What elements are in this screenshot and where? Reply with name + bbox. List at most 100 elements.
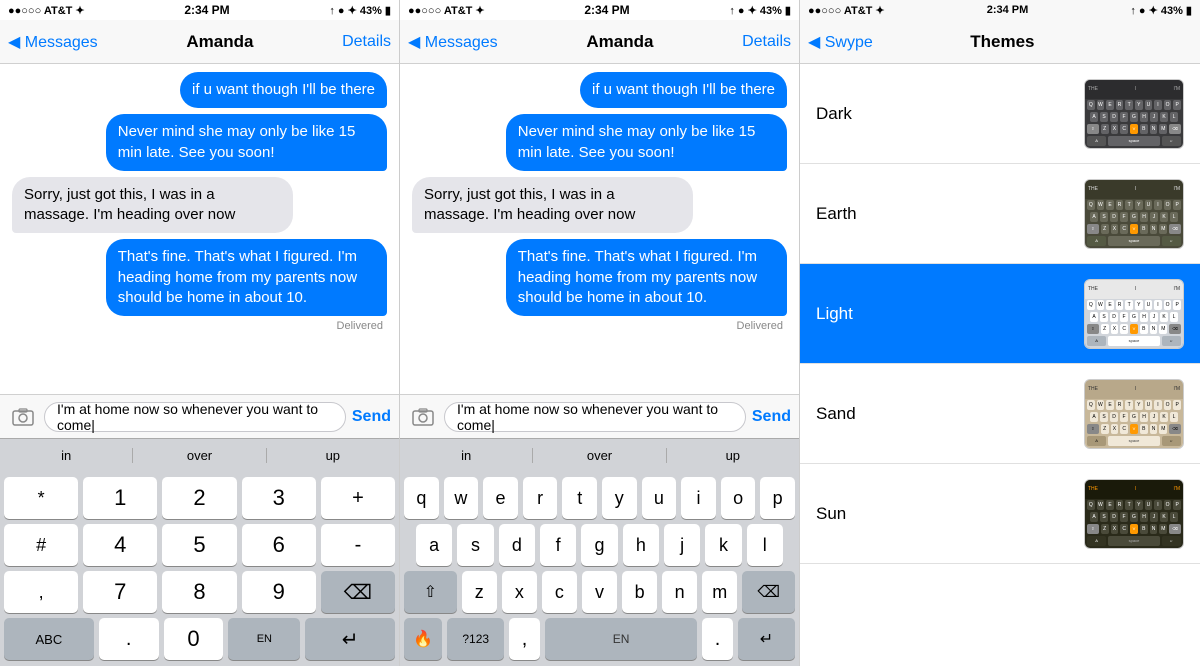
- key-delete[interactable]: ⌫: [321, 571, 395, 613]
- input-text-2: I'm at home now so whenever you want to …: [457, 401, 733, 433]
- key-comma-2[interactable]: ,: [509, 618, 540, 660]
- key-f[interactable]: f: [540, 524, 576, 566]
- input-bar-1: I'm at home now so whenever you want to …: [0, 394, 399, 438]
- key-r[interactable]: r: [523, 477, 558, 519]
- key-m[interactable]: m: [702, 571, 737, 613]
- key-a[interactable]: a: [416, 524, 452, 566]
- suggestion-bar-2: in over up: [400, 438, 799, 472]
- key-swype-fire[interactable]: 🔥: [404, 618, 442, 660]
- theme-row-light[interactable]: Light THEII'M Q W E R T Y U I O: [800, 264, 1200, 364]
- key-j[interactable]: j: [664, 524, 700, 566]
- camera-icon-1[interactable]: [8, 402, 38, 432]
- theme-row-earth[interactable]: Earth THEII'M Q W E R T Y U I O: [800, 164, 1200, 264]
- key-2[interactable]: 2: [162, 477, 236, 519]
- key-star[interactable]: *: [4, 477, 78, 519]
- keyboard-2: q w e r t y u i o p a s d f g h j k l ⇧ …: [400, 472, 799, 666]
- send-button-2[interactable]: Send: [752, 408, 791, 426]
- key-d[interactable]: d: [499, 524, 535, 566]
- key-shift[interactable]: ⇧: [404, 571, 457, 613]
- key-delete-2[interactable]: ⌫: [742, 571, 795, 613]
- suggestion-up-1[interactable]: up: [267, 448, 399, 463]
- key-l[interactable]: l: [747, 524, 783, 566]
- key-9[interactable]: 9: [242, 571, 316, 613]
- nav-bar-2: ◀ Messages Amanda Details: [400, 20, 799, 64]
- details-button-1[interactable]: Details: [342, 33, 391, 51]
- key-1[interactable]: 1: [83, 477, 157, 519]
- key-t[interactable]: t: [562, 477, 597, 519]
- key-7[interactable]: 7: [83, 571, 157, 613]
- time-2: 2:34 PM: [584, 3, 629, 17]
- theme-row-sun[interactable]: Sun THEII'M Q W E R T Y U I O: [800, 464, 1200, 564]
- key-4[interactable]: 4: [83, 524, 157, 566]
- key-k[interactable]: k: [705, 524, 741, 566]
- nav-bar-1: ◀ Messages Amanda Details: [0, 20, 399, 64]
- key-5[interactable]: 5: [162, 524, 236, 566]
- msg-row: That's fine. That's what I figured. I'm …: [12, 239, 387, 316]
- message-input-2[interactable]: I'm at home now so whenever you want to …: [444, 402, 746, 432]
- themes-carrier: ●●○○○ AT&T ✦: [808, 4, 885, 17]
- key-row-qwerty-2: a s d f g h j k l: [400, 519, 799, 566]
- msg-row: Sorry, just got this, I was in a massage…: [412, 177, 787, 234]
- key-b[interactable]: b: [622, 571, 657, 613]
- key-numbers[interactable]: ?123: [447, 618, 504, 660]
- key-n[interactable]: n: [662, 571, 697, 613]
- phone-panel-2: ●●○○○ AT&T ✦ 2:34 PM ↑ ● ✦ 43% ▮ ◀ Messa…: [400, 0, 800, 666]
- theme-row-dark[interactable]: Dark THEII'M Q W E R T Y U I O: [800, 64, 1200, 164]
- key-y[interactable]: y: [602, 477, 637, 519]
- key-z[interactable]: z: [462, 571, 497, 613]
- key-i[interactable]: i: [681, 477, 716, 519]
- key-0[interactable]: 0: [164, 618, 224, 660]
- camera-icon-2[interactable]: [408, 402, 438, 432]
- message-input-1[interactable]: I'm at home now so whenever you want to …: [44, 402, 346, 432]
- key-comma[interactable]: ,: [4, 571, 78, 613]
- key-g[interactable]: g: [581, 524, 617, 566]
- themes-title: Themes: [970, 32, 1034, 52]
- suggestion-in-2[interactable]: in: [400, 448, 533, 463]
- key-return[interactable]: ↵: [305, 618, 395, 660]
- phone-panel-1: ●●○○○ AT&T ✦ 2:34 PM ↑ ● ✦ 43% ▮ ◀ Messa…: [0, 0, 400, 666]
- key-6[interactable]: 6: [242, 524, 316, 566]
- key-plus[interactable]: +: [321, 477, 395, 519]
- msg-row: if u want though I'll be there: [412, 72, 787, 108]
- key-w[interactable]: w: [444, 477, 479, 519]
- back-button-1[interactable]: ◀ Messages: [8, 32, 98, 52]
- theme-row-sand[interactable]: Sand THEII'M Q W E R T Y U I O: [800, 364, 1200, 464]
- theme-name-earth: Earth: [816, 204, 1084, 224]
- key-x[interactable]: x: [502, 571, 537, 613]
- details-button-2[interactable]: Details: [742, 33, 791, 51]
- msg-row: That's fine. That's what I figured. I'm …: [412, 239, 787, 316]
- key-v[interactable]: v: [582, 571, 617, 613]
- key-o[interactable]: o: [721, 477, 756, 519]
- suggestion-over-1[interactable]: over: [133, 448, 266, 463]
- key-s[interactable]: s: [457, 524, 493, 566]
- key-3[interactable]: 3: [242, 477, 316, 519]
- key-q[interactable]: q: [404, 477, 439, 519]
- key-period[interactable]: .: [99, 618, 159, 660]
- key-u[interactable]: u: [642, 477, 677, 519]
- theme-preview-light: THEII'M Q W E R T Y U I O P: [1084, 279, 1184, 349]
- key-period-2[interactable]: .: [702, 618, 733, 660]
- suggestion-up-2[interactable]: up: [667, 448, 799, 463]
- theme-preview-sun: THEII'M Q W E R T Y U I O P: [1084, 479, 1184, 549]
- back-button-2[interactable]: ◀ Messages: [408, 32, 498, 52]
- key-hash[interactable]: #: [4, 524, 78, 566]
- key-space-en[interactable]: EN: [545, 618, 698, 660]
- key-e[interactable]: e: [483, 477, 518, 519]
- key-abc[interactable]: ABC: [4, 618, 94, 660]
- key-en[interactable]: EN: [228, 618, 300, 660]
- send-button-1[interactable]: Send: [352, 408, 391, 426]
- key-c[interactable]: c: [542, 571, 577, 613]
- key-return-2[interactable]: ↵: [738, 618, 795, 660]
- key-row-qwerty-3: ⇧ z x c v b n m ⌫: [400, 566, 799, 613]
- key-row-qwerty-1: q w e r t y u i o p: [400, 472, 799, 519]
- battery-2: ↑ ● ✦ 43% ▮: [729, 4, 791, 17]
- key-minus[interactable]: -: [321, 524, 395, 566]
- suggestion-over-2[interactable]: over: [533, 448, 666, 463]
- status-right-2: ↑ ● ✦ 43% ▮: [729, 4, 791, 17]
- themes-back-button[interactable]: ◀ Swype: [808, 32, 873, 52]
- key-h[interactable]: h: [623, 524, 659, 566]
- key-p[interactable]: p: [760, 477, 795, 519]
- msg-row: if u want though I'll be there: [12, 72, 387, 108]
- suggestion-in-1[interactable]: in: [0, 448, 133, 463]
- key-8[interactable]: 8: [162, 571, 236, 613]
